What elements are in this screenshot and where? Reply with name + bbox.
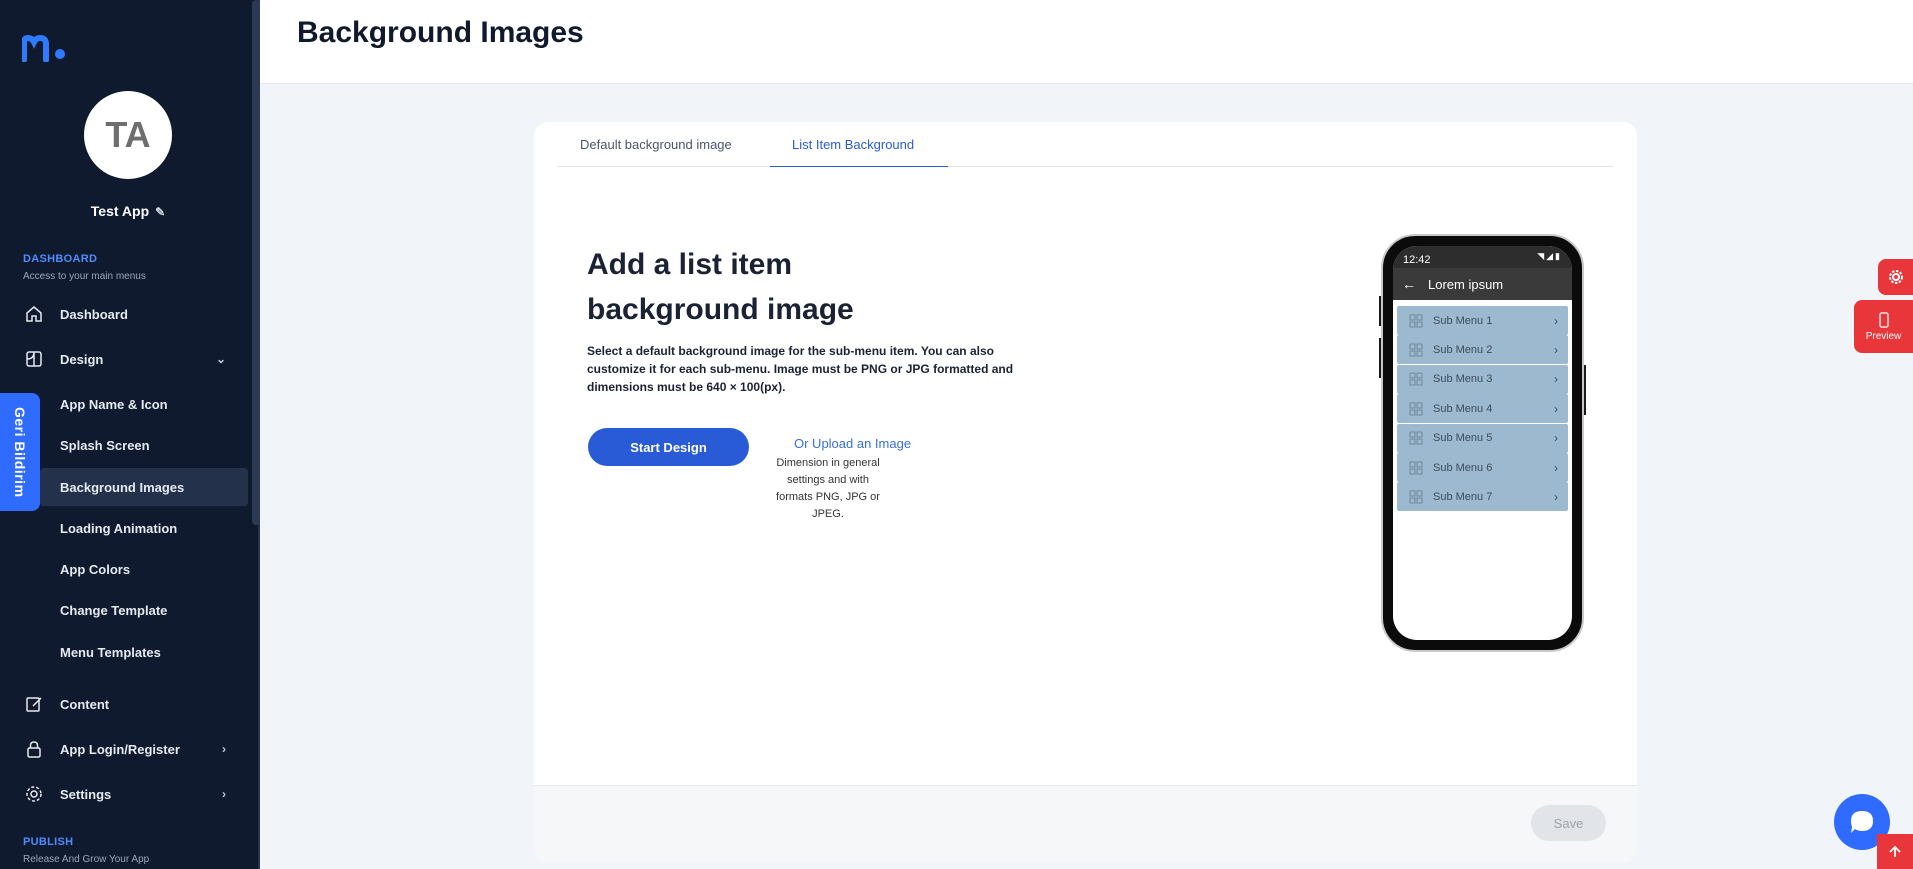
lock-icon [24,739,44,759]
sidebar-item-label: Design [60,351,104,367]
sidebar-subitem-splash-screen[interactable]: Splash Screen [40,426,248,464]
sidebar-subitem-background-images[interactable]: Background Images [40,468,248,506]
sidebar-item-dashboard[interactable]: Dashboard [0,296,248,332]
edit-icon [24,694,44,714]
sidebar-item-label: Dashboard [60,306,128,322]
grid-icon [1409,431,1423,445]
chevron-right-icon: › [1554,342,1558,357]
settings-fab[interactable] [1878,259,1913,295]
grid-icon [1409,372,1423,386]
phone-icon [1878,311,1889,328]
grid-icon [1409,314,1423,327]
app-name[interactable]: Test App ✎ [0,203,256,219]
section-description: Select a default background image for th… [587,344,1014,394]
phone-menu-item: Sub Menu 4 › [1397,394,1568,424]
sidebar-subitem-app-colors[interactable]: App Colors [40,550,248,588]
page-title: Background Images [297,16,584,49]
phone-screen: 12:42 ◥◢▮ ← Lorem ipsum Sub Menu 1 › Sub M… [1393,246,1572,640]
sidebar-item-label: Content [60,696,110,712]
sidebar-item-design[interactable]: Design ⌄ [0,341,248,377]
phone-menu-item-label: Sub Menu 6 [1433,461,1493,474]
preview-button[interactable]: Preview [1854,300,1913,353]
phone-menu-item-label: Sub Menu 2 [1433,343,1493,356]
phone-menu-item-label: Sub Menu 3 [1433,373,1493,386]
chevron-right-icon: › [1554,401,1558,416]
sidebar-item-settings[interactable]: Settings › [0,776,248,812]
sidebar-item-label: App Login/Register [60,741,180,757]
chevron-right-icon: › [222,787,226,801]
chevron-down-icon: ⌄ [215,352,226,366]
sidebar-subitem-change-template[interactable]: Change Template [40,591,248,629]
tab-default-background[interactable]: Default background image [580,122,750,167]
phone-menu-item: Sub Menu 7 › [1397,482,1568,512]
home-icon [24,304,44,324]
grid-icon [1409,490,1423,504]
sidebar-item-label: Settings [60,786,112,802]
sidebar-item-app-login[interactable]: App Login/Register › [0,731,248,767]
preview-label: Preview [1865,330,1902,342]
phone-preview: 12:42 ◥◢▮ ← Lorem ipsum Sub Menu 1 › Sub M… [1381,234,1584,652]
dashboard-section-title: DASHBOARD [23,253,98,265]
avatar[interactable]: TA [84,91,172,179]
scroll-top-button[interactable] [1877,834,1913,869]
sidebar-subitem-menu-templates[interactable]: Menu Templates [40,633,248,671]
phone-appbar: ← Lorem ipsum [1393,268,1572,300]
chevron-right-icon: › [1554,313,1558,328]
chevron-right-icon: › [222,742,226,756]
phone-menu-item: Sub Menu 6 › [1397,453,1568,482]
tab-list-item-background[interactable]: List Item Background [770,122,948,167]
phone-menu-item: Sub Menu 3 › [1397,364,1568,394]
upload-note: Dimension in general settings and with f… [776,457,880,520]
phone-menu-item-label: Sub Menu 5 [1433,432,1493,445]
grid-icon [1409,343,1423,357]
feedback-label: Geri Bildirim [12,406,28,498]
chevron-right-icon: › [1554,489,1558,504]
feedback-tab[interactable]: Geri Bildirim [0,393,40,511]
edit-pencil-icon[interactable]: ✎ [155,205,165,219]
page-header: Background Images [260,0,1913,84]
sidebar-subitem-app-name-icon[interactable]: App Name & Icon [40,385,248,423]
phone-menu-item: Sub Menu 5 › [1397,423,1568,453]
app-name-label: Test App [90,203,150,219]
phone-statusbar: 12:42 ◥◢▮ [1393,246,1572,268]
dashboard-section-subtitle: Access to your main menus [23,271,146,282]
phone-menu-item-label: Sub Menu 4 [1433,402,1493,415]
phone-menu-item-label: Sub Menu 1 [1433,314,1493,327]
design-icon [24,349,44,369]
section-heading: Add a list item background image [587,248,854,326]
upload-image-link[interactable]: Or Upload an Image [794,436,911,451]
save-button[interactable]: Save [1531,805,1606,841]
gear-icon [24,784,44,804]
gear-icon [1888,270,1903,284]
phone-title: Lorem ipsum [1428,276,1504,292]
avatar-initials: TA [105,114,151,155]
sidebar-scrollbar[interactable] [252,0,260,525]
chevron-right-icon: › [1554,372,1558,387]
start-design-button[interactable]: Start Design [588,428,749,466]
tab-bar: Default background image List Item Backg… [558,122,1614,167]
publish-section-subtitle: Release And Grow Your App [23,854,150,865]
sidebar-item-content[interactable]: Content [0,686,248,722]
signal-icon: ◥◢▮ [1537,251,1562,261]
phone-time: 12:42 [1403,254,1431,266]
phone-menu-item-label: Sub Menu 7 [1433,490,1493,503]
phone-menu-item: Sub Menu 2 › [1397,335,1568,365]
back-arrow-icon: ← [1402,276,1416,292]
card-footer [534,785,1637,862]
grid-icon [1409,461,1423,474]
logo-icon[interactable] [22,34,66,62]
phone-menu-item: Sub Menu 1 › [1397,306,1568,335]
chat-icon [1851,811,1873,833]
chevron-right-icon: › [1554,460,1558,475]
arrow-up-icon [1889,845,1901,857]
chevron-right-icon: › [1554,431,1558,446]
sidebar-subitem-loading-animation[interactable]: Loading Animation [40,509,248,547]
publish-section-title: PUBLISH [23,836,74,848]
grid-icon [1409,402,1423,416]
